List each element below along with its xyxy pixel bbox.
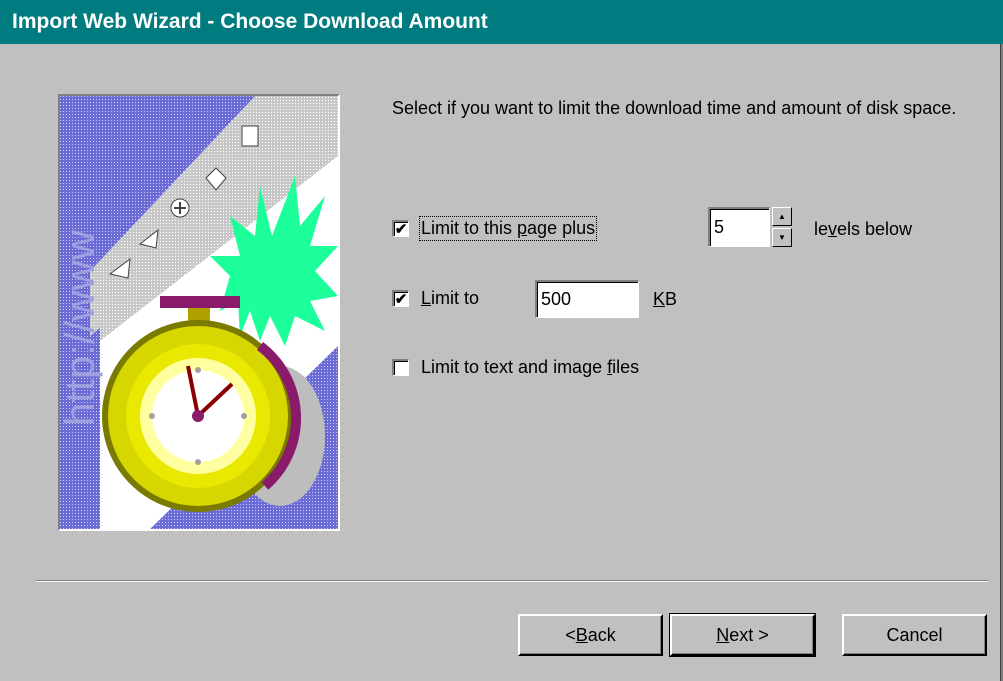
next-button[interactable]: Next > [669,613,816,657]
checkmark-icon: ✔ [394,290,408,308]
stopwatch-illustration: http://www [60,96,338,529]
title-bar[interactable]: Import Web Wizard - Choose Download Amou… [0,0,1003,44]
kb-unit-label: KB [653,289,677,310]
accelerator-key: p [517,218,528,238]
accelerator-key: B [575,624,588,645]
back-button[interactable]: < Back [518,614,663,656]
svg-text:http://www: http://www [60,229,103,426]
wizard-illustration: http://www [58,94,340,531]
levels-input[interactable]: 5 [708,207,770,247]
spin-up-icon[interactable]: ▲ [772,207,792,226]
limit-size-option[interactable]: ✔ Limit to [392,288,479,309]
size-limit-value: 500 [541,289,572,309]
label-part: Limit to text and image [421,357,608,377]
limit-page-label[interactable]: Limit to this page plus [418,216,598,241]
limit-size-label[interactable]: Limit to [421,288,479,309]
cancel-button[interactable]: Cancel [842,614,987,656]
label-part: B [665,289,678,309]
spin-down-icon[interactable]: ▼ [772,228,792,247]
label-part: els below [837,219,913,239]
limit-files-checkbox[interactable] [392,359,409,376]
window-title: Import Web Wizard - Choose Download Amou… [12,10,488,33]
limit-size-checkbox[interactable]: ✔ [392,290,409,307]
label-part: < [565,624,576,645]
label-part: imit to [431,288,480,308]
levels-value: 5 [714,217,725,237]
size-limit-input[interactable]: 500 [535,280,639,318]
limit-files-label[interactable]: Limit to text and image files [421,357,639,378]
label-part: ext > [729,624,769,645]
accelerator-key: K [653,289,666,309]
checkmark-icon: ✔ [394,220,408,238]
levels-below-label: levels below [814,219,912,240]
levels-spinner[interactable]: ▲ ▼ [772,207,792,247]
separator-highlight [36,581,988,582]
label-part: ack [587,624,616,645]
limit-page-option[interactable]: ✔ Limit to this page plus [392,216,598,241]
label-part: iles [612,357,640,377]
accelerator-key: v [828,219,838,239]
accelerator-key: L [421,288,432,308]
label-part: le [814,219,829,239]
description-text: Select if you want to limit the download… [392,98,957,118]
limit-files-option[interactable]: Limit to text and image files [392,357,639,378]
limit-page-checkbox[interactable]: ✔ [392,220,409,237]
label-part: age plus [527,218,596,238]
label-part: Limit to this [421,218,518,238]
window-border-shadow [1000,44,1001,681]
accelerator-key: N [716,624,730,645]
